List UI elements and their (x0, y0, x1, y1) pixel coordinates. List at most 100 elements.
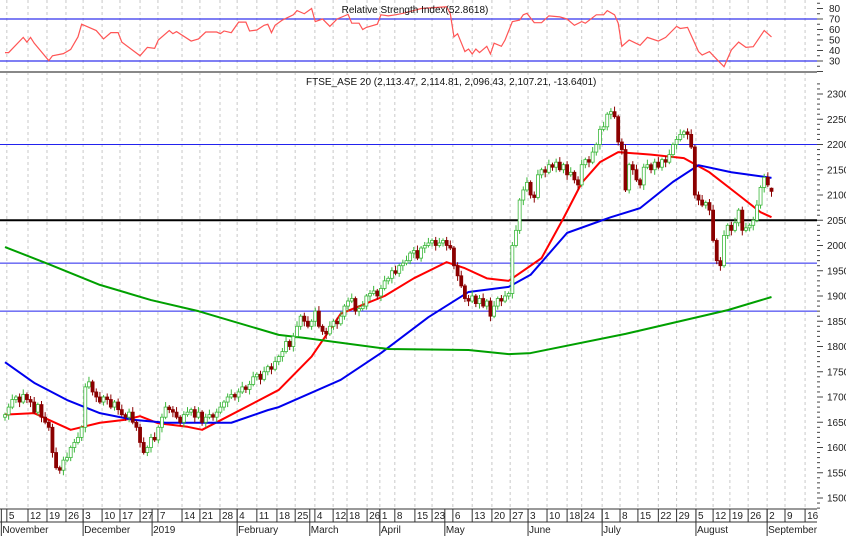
candle-body (441, 240, 445, 244)
rsi-tick-label: 70 (829, 15, 841, 26)
date-tick-label: 15 (417, 511, 429, 522)
candle-body (368, 293, 372, 297)
candle-body (729, 224, 734, 231)
candle-body (316, 310, 321, 327)
candle-body (76, 436, 80, 443)
date-tick-label: 3 (85, 511, 91, 522)
candle (758, 185, 763, 209)
candle (211, 412, 215, 421)
candle (462, 283, 467, 303)
candle-body (484, 300, 489, 307)
candle-body (21, 394, 26, 403)
candle (725, 223, 730, 239)
candle-body (404, 260, 409, 264)
candle (682, 129, 686, 138)
candle (536, 169, 540, 200)
candle-body (510, 245, 515, 294)
candle-body (233, 394, 237, 398)
candle (389, 267, 394, 284)
date-tick-label: 18 (279, 511, 291, 522)
date-tick-label: 12 (30, 511, 42, 522)
candle-body (594, 144, 599, 153)
candle (360, 301, 365, 311)
candle (517, 198, 522, 234)
candle-body (645, 164, 650, 168)
candle-body (557, 161, 562, 171)
candle (692, 145, 697, 199)
candle (65, 452, 69, 463)
date-tick-label: 17 (122, 511, 134, 522)
price-tick-label: 2250 (827, 115, 846, 126)
candle-body (371, 290, 376, 294)
candle-body (725, 224, 730, 236)
candle-body (433, 240, 438, 246)
candle-body (652, 161, 657, 171)
candle (349, 293, 354, 304)
candle (156, 425, 161, 444)
candle (492, 301, 497, 319)
candle (170, 406, 175, 418)
candle (39, 401, 44, 423)
candle-body (375, 290, 380, 297)
candle-body (660, 159, 664, 168)
price-tick-label: 1800 (827, 342, 846, 353)
candle (634, 164, 639, 182)
price-tick-label: 2050 (827, 216, 846, 227)
candle-body (448, 245, 453, 249)
candle (386, 276, 391, 285)
candle (572, 170, 577, 184)
candle (368, 289, 372, 302)
price-tick-label: 1900 (827, 292, 846, 303)
date-axis: 5 12 19 26 3 10 17 27 7 14 21 28 4 11 18 25 4 12 18 26 1 8 15 2… (0, 508, 819, 536)
candle (87, 376, 91, 389)
candle-body (54, 452, 58, 469)
candle (72, 438, 77, 453)
rsi-tick-label: 40 (829, 46, 841, 57)
candle-body (79, 426, 84, 438)
candle-body (331, 320, 336, 327)
candle-body (262, 371, 267, 380)
candle-body (689, 133, 694, 148)
candle (641, 163, 646, 190)
candle (130, 407, 135, 425)
candle (346, 297, 351, 312)
candle (382, 275, 387, 291)
candle (525, 177, 529, 192)
candle-body (43, 416, 48, 423)
price-axis: 1500 1550 1600 1650 1700 1750 1800 1850 1900 1950… (817, 83, 846, 509)
candle (744, 222, 748, 233)
candle-body (105, 396, 110, 400)
date-tick-label: 11 (259, 511, 270, 522)
candle-body (57, 467, 62, 471)
candle (587, 156, 591, 168)
candle (24, 392, 29, 404)
candle-body (495, 298, 500, 307)
price-tick-label: 2100 (827, 191, 846, 202)
candle (506, 291, 511, 300)
candle-body (156, 426, 161, 441)
candle (769, 187, 774, 197)
candle (116, 398, 121, 415)
candle (448, 240, 453, 251)
candle (415, 245, 420, 261)
month-label: May (446, 525, 465, 536)
candle-body (707, 202, 712, 211)
candle (736, 208, 741, 227)
candle (43, 412, 48, 425)
candle (689, 129, 694, 150)
candle-body (539, 169, 544, 176)
candle (554, 158, 559, 173)
candle-body (590, 151, 595, 163)
candle-body (430, 240, 434, 244)
candle (265, 364, 270, 376)
candle (90, 379, 95, 396)
candle-body (703, 202, 708, 206)
candle-body (769, 187, 774, 192)
candle (119, 404, 124, 417)
candle (627, 162, 632, 194)
candle-body (663, 159, 668, 163)
candle-body (65, 457, 69, 461)
candle-body (411, 250, 416, 254)
candle (404, 255, 409, 266)
candle-body (160, 416, 164, 428)
